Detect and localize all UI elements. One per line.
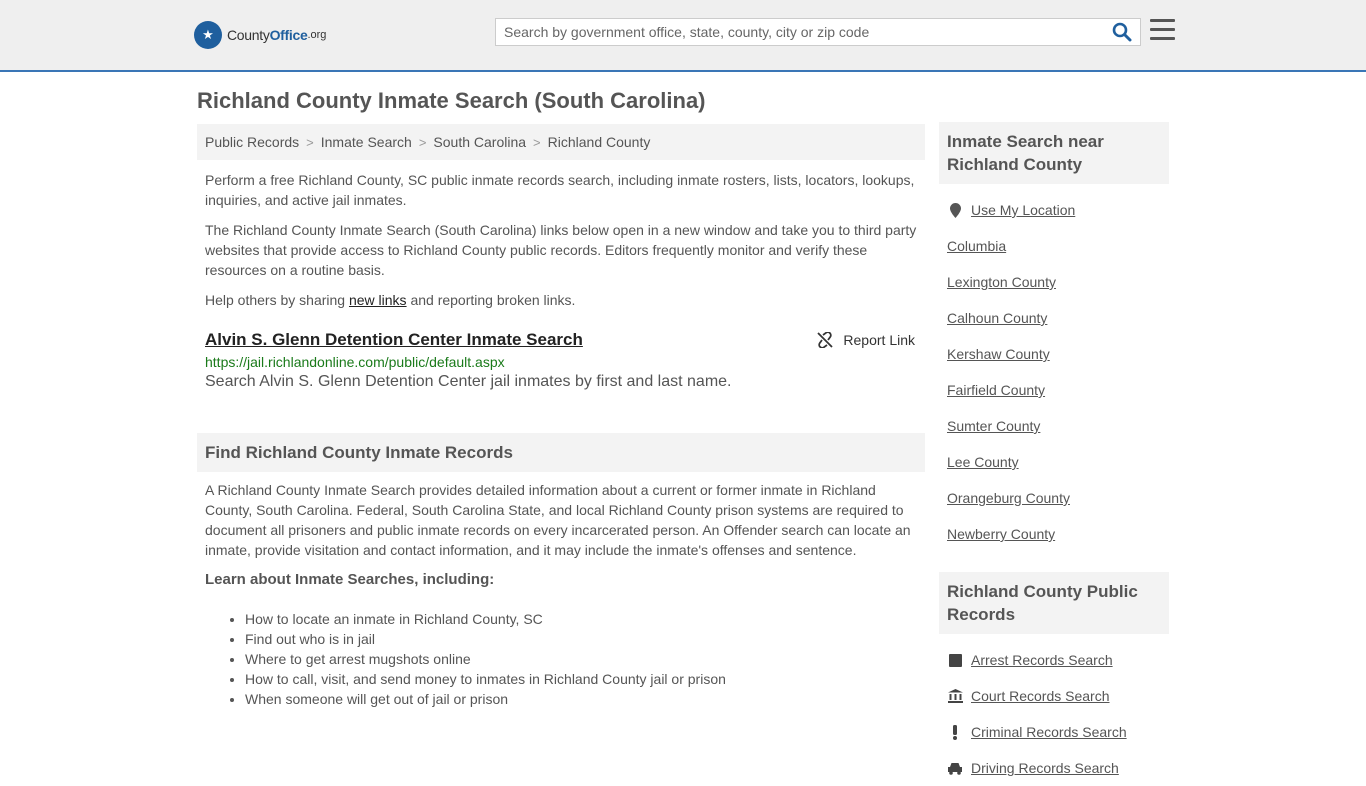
sidebar-link[interactable]: Arrest Records Search [971, 652, 1113, 668]
sidebar-item-columbia[interactable]: Columbia [939, 228, 1169, 264]
sidebar-link[interactable]: Newberry County [947, 526, 1055, 542]
breadcrumb-public-records[interactable]: Public Records [205, 134, 299, 150]
site-header: ★ County Office .org [0, 0, 1366, 72]
sidebar-item-newberry-county[interactable]: Newberry County [939, 516, 1169, 552]
nearby-list: Use My Location Columbia Lexington Count… [939, 192, 1169, 552]
sharing-text-before: Help others by sharing [205, 292, 349, 308]
sidebar-item-fairfield-county[interactable]: Fairfield County [939, 372, 1169, 408]
sidebar-link[interactable]: Kershaw County [947, 346, 1050, 362]
sidebar-records-heading: Richland County Public Records [939, 572, 1169, 634]
sharing-text-after: and reporting broken links. [406, 292, 576, 308]
result-title-link[interactable]: Alvin S. Glenn Detention Center Inmate S… [205, 330, 583, 349]
sidebar-nearby: Inmate Search near Richland County Use M… [939, 122, 1169, 552]
sidebar-item-sumter-county[interactable]: Sumter County [939, 408, 1169, 444]
exclamation-icon [947, 724, 963, 740]
sidebar-item-driving-records[interactable]: Driving Records Search [939, 750, 1169, 786]
eagle-seal-icon: ★ [194, 21, 222, 49]
disclaimer-paragraph: The Richland County Inmate Search (South… [205, 222, 917, 278]
sidebar-link[interactable]: Criminal Records Search [971, 724, 1127, 740]
list-item: When someone will get out of jail or pri… [245, 689, 925, 709]
logo-text-county: County [227, 27, 270, 43]
main-content: Public Records > Inmate Search > South C… [197, 124, 925, 709]
breadcrumb-separator: > [418, 134, 427, 150]
intro-paragraph: Perform a free Richland County, SC publi… [205, 172, 915, 208]
sidebar-item-orangeburg-county[interactable]: Orangeburg County [939, 480, 1169, 516]
list-item: How to call, visit, and send money to in… [245, 669, 925, 689]
report-link-label: Report Link [843, 332, 915, 348]
hamburger-menu-icon[interactable] [1150, 19, 1175, 43]
result-item: Alvin S. Glenn Detention Center Inmate S… [197, 330, 925, 391]
search-input[interactable] [496, 19, 1096, 45]
learn-list: How to locate an inmate in Richland Coun… [197, 609, 925, 709]
new-links-link[interactable]: new links [349, 292, 407, 308]
breadcrumb-separator: > [533, 134, 541, 150]
sidebar-link[interactable]: Fairfield County [947, 382, 1045, 398]
breadcrumb-south-carolina[interactable]: South Carolina [433, 134, 526, 150]
sidebar-link[interactable]: Lee County [947, 454, 1019, 470]
sidebar-item-lexington-county[interactable]: Lexington County [939, 264, 1169, 300]
sidebar-link[interactable]: Calhoun County [947, 310, 1047, 326]
find-records-heading: Find Richland County Inmate Records [197, 433, 925, 472]
logo-text-tld: .org [307, 29, 327, 41]
use-my-location-item[interactable]: Use My Location [939, 192, 1169, 228]
sharing-paragraph: Help others by sharing new links and rep… [197, 290, 925, 310]
sidebar-item-calhoun-county[interactable]: Calhoun County [939, 300, 1169, 336]
list-item: How to locate an inmate in Richland Coun… [245, 609, 925, 629]
sidebar-link[interactable]: Court Records Search [971, 688, 1110, 704]
result-description: Search Alvin S. Glenn Detention Center j… [205, 373, 732, 390]
sidebar-item-arrest-records[interactable]: Arrest Records Search [939, 642, 1169, 678]
list-item: Where to get arrest mugshots online [245, 649, 925, 669]
sidebar-link[interactable]: Driving Records Search [971, 760, 1119, 776]
breadcrumb-richland-county[interactable]: Richland County [548, 134, 651, 150]
breadcrumb-inmate-search[interactable]: Inmate Search [321, 134, 412, 150]
sidebar-link[interactable]: Sumter County [947, 418, 1040, 434]
search-box [495, 18, 1141, 46]
sidebar-item-criminal-records[interactable]: Criminal Records Search [939, 714, 1169, 750]
car-icon [947, 762, 963, 775]
records-list: Arrest Records Search Court Records Sear… [939, 642, 1169, 786]
report-link-button[interactable]: Report Link [817, 332, 915, 348]
map-pin-icon [947, 202, 963, 218]
search-icon[interactable] [1112, 22, 1134, 44]
sidebar-item-court-records[interactable]: Court Records Search [939, 678, 1169, 714]
breadcrumb: Public Records > Inmate Search > South C… [197, 124, 925, 160]
find-records-body: A Richland County Inmate Search provides… [205, 482, 911, 558]
result-url: https://jail.richlandonline.com/public/d… [205, 354, 505, 370]
sidebar-item-lee-county[interactable]: Lee County [939, 444, 1169, 480]
sidebar-public-records: Richland County Public Records Arrest Re… [939, 572, 1169, 786]
use-my-location-link[interactable]: Use My Location [971, 202, 1075, 218]
breadcrumb-separator: > [306, 134, 314, 150]
sidebar-link[interactable]: Lexington County [947, 274, 1056, 290]
sidebar-nearby-heading: Inmate Search near Richland County [939, 122, 1169, 184]
logo-text-office: Office [269, 27, 308, 43]
list-item: Find out who is in jail [245, 629, 925, 649]
sidebar-link[interactable]: Columbia [947, 238, 1006, 254]
broken-link-icon [817, 332, 834, 348]
sidebar-link[interactable]: Orangeburg County [947, 490, 1070, 506]
site-logo[interactable]: ★ County Office .org [194, 20, 326, 50]
learn-heading: Learn about Inmate Searches, including: [205, 571, 495, 588]
square-icon [947, 653, 963, 667]
courthouse-icon [947, 689, 963, 703]
sidebar-item-kershaw-county[interactable]: Kershaw County [939, 336, 1169, 372]
page-title: Richland County Inmate Search (South Car… [197, 88, 706, 113]
